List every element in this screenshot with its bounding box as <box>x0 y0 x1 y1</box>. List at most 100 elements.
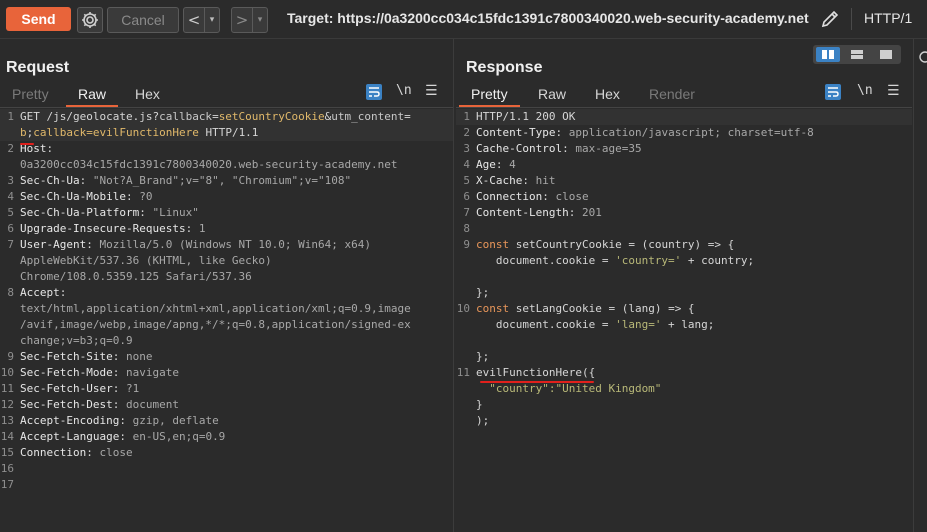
code-line: 14 Accept-Language: en-US,en;q=0.9 <box>0 429 453 445</box>
code-token: navigate <box>125 366 179 379</box>
request-menu-button[interactable]: ☰ <box>425 83 438 99</box>
back-nav-group: < ▾ <box>183 7 220 33</box>
line-number: 12 <box>0 398 14 411</box>
code-token: setLangCookie = (lang) => { <box>509 302 695 315</box>
code-token: Sec-Fetch-Mode <box>20 366 113 379</box>
code-token: User-Agent <box>20 238 87 251</box>
code-token: : <box>59 286 67 299</box>
code-line: 5 X-Cache: hit <box>456 173 912 189</box>
code-text: }; <box>476 285 489 301</box>
code-text: X-Cache: hit <box>476 173 555 189</box>
newline-toggle[interactable]: \n <box>857 83 873 98</box>
edit-target-button[interactable] <box>819 8 841 30</box>
layout-toggle-group <box>813 45 901 64</box>
tab-raw[interactable]: Raw <box>538 85 566 105</box>
code-text: Accept-Encoding: gzip, deflate <box>20 413 219 429</box>
line-number: 15 <box>0 446 14 459</box>
code-line: 6 Upgrade-Insecure-Requests: 1 <box>0 221 453 237</box>
code-token: AppleWebKit/537.36 (KHTML, like Gecko) <box>20 254 272 267</box>
response-pane: Response Pretty Raw Hex Render \n ☰ 1 HTT… <box>456 39 912 532</box>
code-line: 2 Content-Type: application/javascript; c… <box>456 125 912 141</box>
code-text: const setCountryCookie = (country) => { <box>476 237 734 253</box>
code-token: setCountryCookie = (country) => { <box>509 238 735 251</box>
code-text: 0a3200cc034c15fdc1391c7800340020.web-sec… <box>20 157 398 173</box>
send-button[interactable]: Send <box>6 7 71 31</box>
code-token: callback=evilFunctionHere <box>33 126 199 139</box>
code-line: 9 const setCountryCookie = (country) => { <box>456 237 912 253</box>
http-version-label[interactable]: HTTP/1 <box>864 10 912 26</box>
tab-pretty[interactable]: Pretty <box>459 85 520 108</box>
layout-side-by-side-button[interactable] <box>816 47 840 62</box>
line-number: 16 <box>0 462 14 475</box>
code-token: GET /js/geolocate.js? <box>20 110 160 123</box>
code-token: : <box>495 158 510 171</box>
pretty-print-toggle[interactable] <box>825 84 841 100</box>
annotation-underline-response <box>480 381 594 383</box>
code-line: 3 Cache-Control: max-age=35 <box>456 141 912 157</box>
back-arrow-button[interactable]: < <box>184 8 204 32</box>
request-editor[interactable]: 1 GET /js/geolocate.js?callback=setCountr… <box>0 109 453 529</box>
code-token: Connection <box>20 446 87 459</box>
hamburger-icon: ☰ <box>425 83 438 99</box>
back-history-dropdown[interactable]: ▾ <box>204 8 219 32</box>
code-token: }; <box>476 286 490 299</box>
code-token: 201 <box>581 206 602 219</box>
code-text: Chrome/108.0.5359.125 Safari/537.36 <box>20 269 252 285</box>
code-token: evilFunctionHere({ <box>476 366 596 379</box>
code-token: : <box>119 430 133 443</box>
code-token: Chrome/108.0.5359.125 Safari/537.36 <box>20 270 252 283</box>
code-token: Accept <box>20 286 60 299</box>
response-editor[interactable]: 1 HTTP/1.1 200 OK 2 Content-Type: applicati… <box>456 109 912 529</box>
code-text: Accept-Language: en-US,en;q=0.9 <box>20 429 225 445</box>
columns-icon <box>822 50 834 59</box>
code-token: : <box>562 142 576 155</box>
tab-hex[interactable]: Hex <box>595 85 620 105</box>
settings-icon <box>919 51 927 63</box>
code-line: 6 Connection: close <box>456 189 912 205</box>
inspector-side-panel[interactable] <box>913 39 927 532</box>
layout-stacked-button[interactable] <box>845 47 869 62</box>
code-text: Sec-Ch-Ua-Platform: "Linux" <box>20 205 199 221</box>
request-title: Request <box>6 59 70 76</box>
code-token: "country":"United Kingdom" <box>476 382 662 395</box>
tab-pretty[interactable]: Pretty <box>12 85 49 105</box>
hamburger-icon: ☰ <box>887 83 900 99</box>
response-menu-button[interactable]: ☰ <box>887 83 900 99</box>
code-token: : <box>46 142 54 155</box>
tab-render[interactable]: Render <box>649 85 695 105</box>
code-token: ?1 <box>125 382 140 395</box>
layout-tabs-button[interactable] <box>874 47 898 62</box>
code-line: document.cookie = 'country=' + country; <box>456 253 912 269</box>
code-token: gzip, deflate <box>132 414 219 427</box>
code-line: change;v=b3;q=0.9 <box>0 333 453 349</box>
code-text: document.cookie = 'lang=' + lang; <box>476 317 715 333</box>
code-token: : <box>112 398 126 411</box>
code-text: Sec-Fetch-User: ?1 <box>20 381 139 397</box>
code-text: Content-Length: 201 <box>476 205 602 221</box>
code-token: close <box>555 190 589 203</box>
tab-hex[interactable]: Hex <box>135 85 160 105</box>
newline-toggle[interactable]: \n <box>396 83 412 98</box>
pretty-print-toggle[interactable] <box>366 84 382 100</box>
code-token: setCountryCookie <box>218 110 325 123</box>
wrap-lines-icon <box>369 87 380 97</box>
line-number: 11 <box>0 382 14 395</box>
code-text: GET /js/geolocate.js?callback=setCountry… <box>20 109 411 125</box>
annotation-underline-request <box>20 143 34 145</box>
single-pane-icon <box>880 50 892 59</box>
code-token: Sec-Ch-Ua <box>20 174 80 187</box>
forward-arrow-button[interactable]: > <box>232 8 252 32</box>
tab-raw[interactable]: Raw <box>66 85 119 108</box>
cancel-button[interactable]: Cancel <box>107 7 179 33</box>
code-line: 12 Sec-Fetch-Dest: document <box>0 397 453 413</box>
code-token: : <box>542 190 556 203</box>
target-url[interactable]: Target: https://0a3200cc034c15fdc1391c78… <box>287 10 809 26</box>
code-text: }; <box>476 349 489 365</box>
code-token: Sec-Fetch-User <box>20 382 113 395</box>
gear-icon <box>82 12 98 28</box>
settings-button[interactable] <box>77 7 103 33</box>
code-line: 1 HTTP/1.1 200 OK <box>456 109 912 125</box>
code-token: : <box>86 238 100 251</box>
forward-history-dropdown[interactable]: ▾ <box>252 8 267 32</box>
code-line: 16 <box>0 461 453 477</box>
